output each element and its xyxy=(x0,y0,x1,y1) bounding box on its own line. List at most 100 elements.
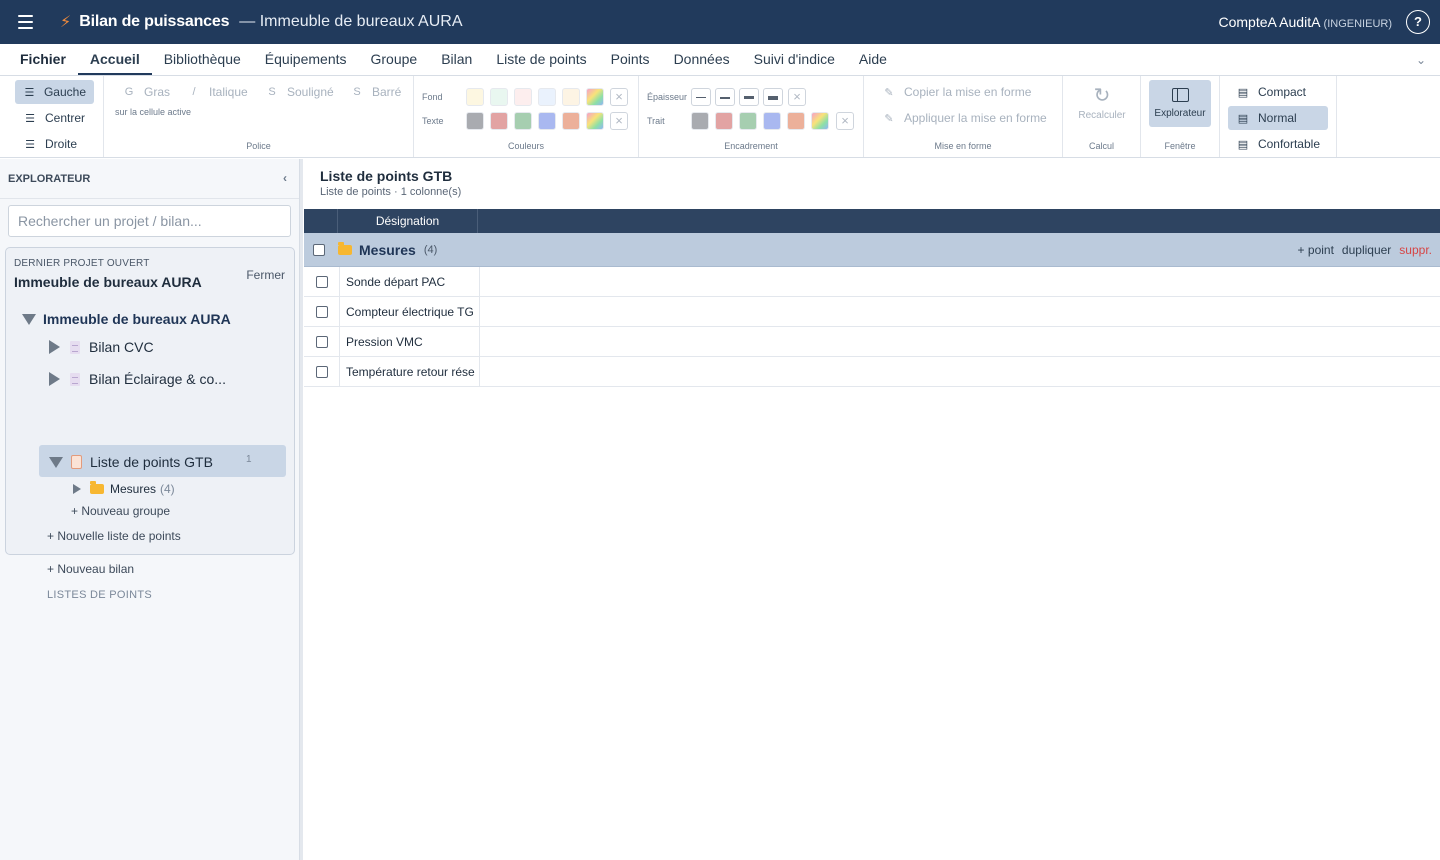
align-right-button[interactable]: ☰ Droite xyxy=(15,132,85,156)
brush-apply-icon: ✎ xyxy=(884,112,894,125)
menu-donnees[interactable]: Données xyxy=(662,51,742,75)
texte-color-swatch[interactable] xyxy=(490,112,508,130)
row-checkbox[interactable] xyxy=(315,335,328,348)
trait-color-swatch[interactable] xyxy=(763,112,781,130)
strike-label: Barré xyxy=(372,85,402,99)
trait-color-swatch[interactable] xyxy=(715,112,733,130)
border-clear-icon[interactable]: × xyxy=(788,88,806,106)
border-thick-button[interactable] xyxy=(739,88,759,106)
document-icon xyxy=(70,340,80,354)
designation-cell[interactable]: Pression VMC xyxy=(340,327,480,356)
delete-group-button[interactable]: suppr. xyxy=(1399,243,1432,257)
tree-item-bilan-eclairage[interactable]: Bilan Éclairage & co... xyxy=(49,371,226,387)
menu-suivi-indice[interactable]: Suivi d'indice xyxy=(742,51,847,75)
copy-format-button[interactable]: ✎ Copier la mise en forme xyxy=(874,80,1039,104)
list-icon: ▤ xyxy=(1237,138,1249,151)
align-left-button[interactable]: ☰ Gauche xyxy=(15,80,94,104)
tree-item-liste-gtb[interactable]: Liste de points GTB xyxy=(49,454,213,470)
explorer-toggle-button[interactable]: Explorateur xyxy=(1149,80,1211,127)
group-count: (4) xyxy=(160,482,175,496)
fond-color-swatch[interactable] xyxy=(562,88,580,106)
texte-custom-color-swatch[interactable] xyxy=(586,112,604,130)
column-header-designation[interactable]: Désignation xyxy=(338,209,478,233)
row-select-cell xyxy=(304,267,340,296)
texte-color-swatch[interactable] xyxy=(514,112,532,130)
tree-item-bilan-cvc[interactable]: Bilan CVC xyxy=(49,339,154,355)
calcul-group: ↻ Recalculer Calcul xyxy=(1063,76,1141,157)
sidebar-resize-handle[interactable] xyxy=(300,159,303,860)
designation-cell[interactable]: Sonde départ PAC xyxy=(340,267,480,296)
strike-button[interactable]: S Barré xyxy=(342,80,409,104)
calcul-group-label: Calcul xyxy=(1088,141,1114,151)
menu-accueil[interactable]: Accueil xyxy=(77,51,152,75)
table-row[interactable]: Sonde départ PAC xyxy=(304,267,1440,297)
recalculate-button[interactable]: ↻ Recalculer xyxy=(1069,80,1135,126)
texte-clear-icon[interactable]: × xyxy=(610,112,628,130)
designation-cell[interactable]: Compteur électrique TG xyxy=(340,297,480,326)
help-button[interactable]: ? xyxy=(1406,10,1430,34)
menu-equipements[interactable]: Équipements xyxy=(253,51,359,75)
bold-button[interactable]: G Gras xyxy=(114,80,178,104)
align-center-button[interactable]: ☰ Centrer xyxy=(15,106,93,130)
police-group-label: Police xyxy=(246,141,271,151)
fond-color-swatch[interactable] xyxy=(514,88,532,106)
menu-points[interactable]: Points xyxy=(599,51,662,75)
new-list-link[interactable]: + Nouvelle liste de points xyxy=(47,529,181,543)
fond-clear-icon[interactable]: × xyxy=(610,88,628,106)
hamburger-menu-icon[interactable] xyxy=(18,15,38,29)
close-project-button[interactable]: Fermer xyxy=(246,268,285,282)
apply-format-button[interactable]: ✎ Appliquer la mise en forme xyxy=(874,106,1055,130)
border-thin-button[interactable] xyxy=(691,88,711,106)
row-checkbox[interactable] xyxy=(315,275,328,288)
trait-color-swatch[interactable] xyxy=(691,112,709,130)
table-row[interactable]: Compteur électrique TG xyxy=(304,297,1440,327)
designation-cell[interactable]: Température retour rése xyxy=(340,357,480,386)
border-medium-button[interactable] xyxy=(715,88,735,106)
group-checkbox[interactable] xyxy=(313,243,325,256)
add-point-button[interactable]: + point xyxy=(1298,243,1334,257)
row-checkbox[interactable] xyxy=(315,305,328,318)
menu-aide[interactable]: Aide xyxy=(847,51,899,75)
texte-color-swatch[interactable] xyxy=(466,112,484,130)
table-row[interactable]: Pression VMC xyxy=(304,327,1440,357)
ribbon: ☰ Gauche ☰ Centrer ☰ Droite G Gras / Italique… xyxy=(0,76,1440,158)
trait-color-swatch[interactable] xyxy=(739,112,757,130)
align-right-icon: ☰ xyxy=(25,138,35,151)
menu-liste-de-points[interactable]: Liste de points xyxy=(484,51,598,75)
group-row[interactable]: Mesures (4) + point dupliquer suppr. xyxy=(304,233,1440,267)
density-comfortable-button[interactable]: ▤ Confortable xyxy=(1228,132,1328,156)
border-extra-thick-button[interactable] xyxy=(763,88,783,106)
trait-color-swatch[interactable] xyxy=(787,112,805,130)
density-compact-button[interactable]: ▤ Compact xyxy=(1228,80,1328,104)
tree-root-project[interactable]: Immeuble de bureaux AURA xyxy=(22,311,231,327)
duplicate-group-button[interactable]: dupliquer xyxy=(1342,243,1391,257)
collapse-sidebar-icon[interactable]: ‹ xyxy=(283,171,287,185)
trait-clear-icon[interactable]: × xyxy=(836,112,854,130)
menu-bibliotheque[interactable]: Bibliothèque xyxy=(152,51,253,75)
new-bilan-link[interactable]: + Nouveau bilan xyxy=(47,562,134,576)
row-checkbox[interactable] xyxy=(315,365,328,378)
chevron-down-icon[interactable]: ⌄ xyxy=(1416,53,1426,67)
fenetre-group: Explorateur Fenêtre xyxy=(1141,76,1220,157)
menu-fichier[interactable]: Fichier xyxy=(8,51,78,75)
new-group-link[interactable]: + Nouveau groupe xyxy=(71,504,170,518)
menu-groupe[interactable]: Groupe xyxy=(359,51,430,75)
fond-color-swatch[interactable] xyxy=(490,88,508,106)
tree-item-group-mesures[interactable]: Mesures (4) xyxy=(73,481,175,496)
italic-button[interactable]: / Italique xyxy=(179,80,256,104)
texte-color-swatch[interactable] xyxy=(538,112,556,130)
underline-button[interactable]: S Souligné xyxy=(257,80,342,104)
user-account[interactable]: CompteA AuditA (INGENIEUR) xyxy=(1218,14,1392,30)
texte-color-swatch[interactable] xyxy=(562,112,580,130)
page-subtitle: Liste de points · 1 colonne(s) xyxy=(320,186,462,198)
trait-custom-color-swatch[interactable] xyxy=(811,112,829,130)
fond-custom-color-swatch[interactable] xyxy=(586,88,604,106)
fond-color-swatch[interactable] xyxy=(466,88,484,106)
menu-bilan[interactable]: Bilan xyxy=(429,51,484,75)
last-project-name[interactable]: Immeuble de bureaux AURA xyxy=(14,274,202,290)
fond-color-swatch[interactable] xyxy=(538,88,556,106)
search-input[interactable] xyxy=(8,205,291,237)
app-title: Bilan de puissances xyxy=(79,13,230,30)
density-normal-button[interactable]: ▤ Normal xyxy=(1228,106,1328,130)
table-row[interactable]: Température retour rése xyxy=(304,357,1440,387)
